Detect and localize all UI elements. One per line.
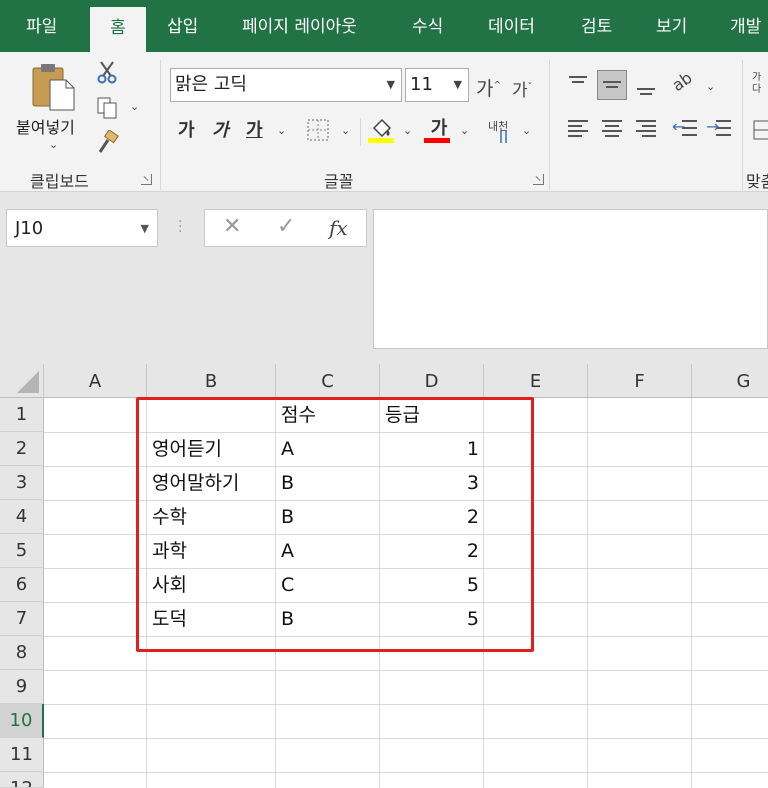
gridline: [44, 704, 768, 705]
chevron-down-icon[interactable]: ▼: [387, 69, 395, 101]
font-name-value: 맑은 고딕: [175, 74, 247, 95]
italic-button[interactable]: 가: [212, 116, 229, 142]
cancel-icon[interactable]: ✕: [223, 214, 241, 239]
row-header-5[interactable]: 5: [0, 534, 44, 568]
row-header-8[interactable]: 8: [0, 636, 44, 670]
paste-dropdown-chevron-icon[interactable]: ⌄: [49, 138, 58, 151]
underline-button[interactable]: 가: [246, 116, 263, 142]
enter-check-icon[interactable]: ✓: [277, 214, 295, 239]
phonetic-guide-icon: [500, 131, 507, 143]
grow-font-button[interactable]: 가^: [476, 74, 501, 101]
column-header-f[interactable]: F: [588, 364, 692, 398]
orientation-dropdown-chevron-icon[interactable]: ⌄: [706, 80, 715, 93]
row-header-7[interactable]: 7: [0, 602, 44, 636]
align-right-button[interactable]: [631, 114, 661, 144]
underline-dropdown-chevron-icon[interactable]: ⌄: [277, 124, 286, 137]
font-size-combobox[interactable]: 11 ▼: [405, 68, 469, 102]
formula-input[interactable]: [373, 209, 768, 349]
tab-insert[interactable]: 삽입: [167, 0, 198, 52]
bottom-align-button[interactable]: [631, 70, 661, 100]
highlight-box: [136, 397, 534, 652]
ribbon-divider: [549, 60, 550, 190]
tab-developer[interactable]: 개발: [730, 0, 761, 52]
format-painter-icon[interactable]: [95, 130, 119, 154]
row-header-3[interactable]: 3: [0, 466, 44, 500]
chevron-down-icon[interactable]: ▼: [454, 69, 462, 101]
middle-align-button[interactable]: [597, 70, 627, 100]
clipboard-launcher-icon[interactable]: [141, 174, 152, 185]
ribbon-divider: [160, 60, 161, 190]
tab-formulas[interactable]: 수식: [412, 0, 443, 52]
gridline: [44, 772, 768, 773]
row-header-2[interactable]: 2: [0, 432, 44, 466]
row-header-10[interactable]: 10: [0, 704, 44, 738]
paste-label[interactable]: 붙여넣기: [16, 114, 75, 138]
fill-color-dropdown-chevron-icon[interactable]: ⌄: [403, 124, 412, 137]
gridline: [44, 670, 768, 671]
decrease-indent-button[interactable]: ←: [672, 114, 702, 144]
tab-file[interactable]: 파일: [26, 0, 57, 52]
font-group-label: 글꼴: [324, 172, 354, 191]
row-header-12[interactable]: 12: [0, 772, 44, 788]
insert-function-icon[interactable]: fx: [329, 216, 348, 240]
font-color-button[interactable]: 가: [426, 114, 452, 140]
tab-page-layout[interactable]: 페이지 레이아웃: [242, 0, 357, 52]
row-header-1[interactable]: 1: [0, 398, 44, 432]
font-size-value: 11: [410, 74, 433, 95]
phonetic-dropdown-chevron-icon[interactable]: ⌄: [522, 124, 531, 137]
select-all-button[interactable]: [0, 364, 44, 398]
row-header-11[interactable]: 11: [0, 738, 44, 772]
name-box[interactable]: J10 ▼: [6, 209, 158, 247]
clipboard-group-label: 클립보드: [30, 172, 89, 191]
row-header-4[interactable]: 4: [0, 500, 44, 534]
font-color-swatch: [424, 138, 450, 143]
chevron-down-icon[interactable]: ▼: [141, 210, 149, 248]
font-name-combobox[interactable]: 맑은 고딕 ▼: [170, 68, 402, 102]
tab-review[interactable]: 검토: [581, 0, 612, 52]
name-box-value: J10: [15, 218, 44, 239]
wrap-text-button[interactable]: 가다: [752, 72, 766, 96]
column-header-d[interactable]: D: [380, 364, 484, 398]
borders-dropdown-chevron-icon[interactable]: ⌄: [341, 124, 350, 137]
row-header-9[interactable]: 9: [0, 670, 44, 704]
paste-icon[interactable]: [30, 62, 78, 112]
top-align-button[interactable]: [563, 70, 593, 100]
align-center-button[interactable]: [597, 114, 627, 144]
tab-home[interactable]: 홈: [90, 7, 146, 52]
column-header-c[interactable]: C: [276, 364, 380, 398]
font-launcher-icon[interactable]: [533, 174, 544, 185]
gridline: [44, 738, 768, 739]
alignment-group-label: 맞춤: [746, 172, 768, 191]
column-header-a[interactable]: A: [44, 364, 147, 398]
column-header-g[interactable]: G: [692, 364, 768, 398]
tab-data[interactable]: 데이터: [488, 0, 535, 52]
shrink-font-button[interactable]: 가ˇ: [512, 76, 532, 101]
copy-icon[interactable]: [96, 96, 118, 120]
cut-icon[interactable]: [96, 60, 118, 84]
font-color-dropdown-chevron-icon[interactable]: ⌄: [460, 124, 469, 137]
row-header-6[interactable]: 6: [0, 568, 44, 602]
column-header-b[interactable]: B: [147, 364, 276, 398]
align-left-button[interactable]: [563, 114, 593, 144]
merge-center-icon[interactable]: [752, 118, 768, 142]
increase-indent-button[interactable]: →: [706, 114, 736, 144]
formula-buttons: ✕ ✓ fx: [204, 209, 367, 247]
bold-button[interactable]: 가: [178, 116, 195, 142]
fill-color-icon[interactable]: [368, 116, 396, 144]
gridline: [691, 398, 692, 788]
tab-view[interactable]: 보기: [656, 0, 687, 52]
splitter-handle-icon[interactable]: · · ·: [178, 215, 182, 239]
copy-dropdown-chevron-icon[interactable]: ⌄: [130, 100, 139, 113]
ribbon-divider: [360, 118, 361, 146]
ribbon-divider: [742, 60, 743, 190]
borders-icon[interactable]: [306, 118, 330, 142]
gridline: [587, 398, 588, 788]
ribbon-tab-bar: 파일 홈 삽입 페이지 레이아웃 수식 데이터 검토 보기 개발: [0, 0, 768, 52]
column-header-e[interactable]: E: [484, 364, 588, 398]
